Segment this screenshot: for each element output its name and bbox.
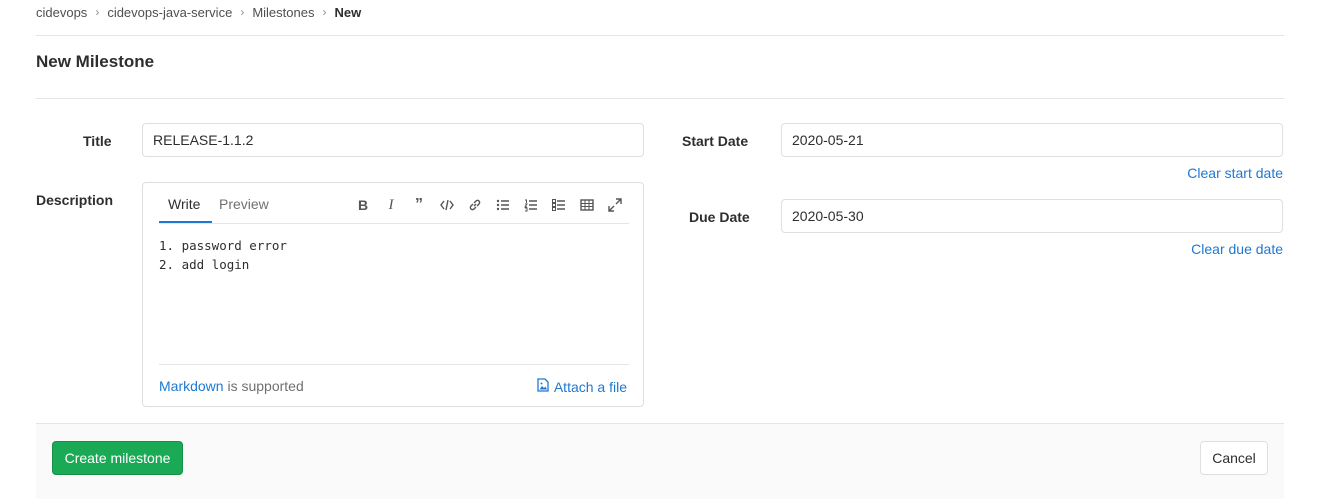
markdown-link[interactable]: Markdown (159, 378, 224, 394)
chevron-right-icon: › (322, 5, 327, 19)
divider (36, 35, 1284, 36)
description-textarea[interactable]: 1. password error 2. add login (159, 236, 287, 274)
fullscreen-icon[interactable] (601, 196, 629, 214)
markdown-editor: Write Preview B I ” 1. password error 2.… (142, 182, 644, 407)
numbered-list-icon[interactable] (517, 196, 545, 214)
title-input[interactable]: RELEASE-1.1.2 (142, 123, 644, 157)
breadcrumb-group[interactable]: cidevops (36, 5, 87, 20)
editor-tabs: Write Preview B I ” (159, 183, 629, 224)
cancel-button[interactable]: Cancel (1200, 441, 1268, 475)
bullet-list-icon[interactable] (489, 196, 517, 214)
quote-icon[interactable]: ” (405, 196, 433, 214)
start-date-input[interactable]: 2020-05-21 (781, 123, 1283, 157)
link-icon[interactable] (461, 196, 489, 214)
italic-icon[interactable]: I (377, 196, 405, 214)
due-date-input[interactable]: 2020-05-30 (781, 199, 1283, 233)
markdown-help: Markdown is supported (159, 378, 304, 394)
task-list-icon[interactable] (545, 196, 573, 214)
attach-file-button[interactable]: Attach a file (536, 378, 627, 395)
page-title: New Milestone (36, 52, 155, 71)
tab-preview[interactable]: Preview (219, 196, 269, 212)
chevron-right-icon: › (240, 5, 245, 19)
description-label: Description (36, 192, 114, 208)
breadcrumb-project[interactable]: cidevops-java-service (107, 5, 232, 20)
markdown-help-text: is supported (223, 378, 304, 394)
create-milestone-button[interactable]: Create milestone (52, 441, 183, 475)
breadcrumb-milestones[interactable]: Milestones (252, 5, 314, 20)
attach-file-label: Attach a file (553, 378, 627, 395)
tab-write[interactable]: Write (168, 196, 200, 212)
divider (36, 98, 1284, 99)
clear-due-date-link[interactable]: Clear due date (1191, 241, 1283, 257)
breadcrumb-current: New (334, 4, 362, 20)
chevron-right-icon: › (95, 5, 100, 19)
bold-icon[interactable]: B (349, 196, 377, 214)
image-file-icon (536, 378, 550, 395)
editor-footer-divider (159, 364, 629, 365)
active-tab-indicator (159, 221, 212, 223)
title-label: Title (83, 133, 112, 149)
start-date-label: Start Date (682, 133, 749, 149)
due-date-label: Due Date (689, 209, 750, 225)
form-actions: Create milestone Cancel (36, 423, 1284, 499)
clear-start-date-link[interactable]: Clear start date (1187, 165, 1283, 181)
editor-toolbar: B I ” (349, 196, 629, 214)
table-icon[interactable] (573, 196, 601, 214)
breadcrumb: cidevops › cidevops-java-service › Miles… (36, 4, 361, 20)
code-icon[interactable] (433, 196, 461, 214)
